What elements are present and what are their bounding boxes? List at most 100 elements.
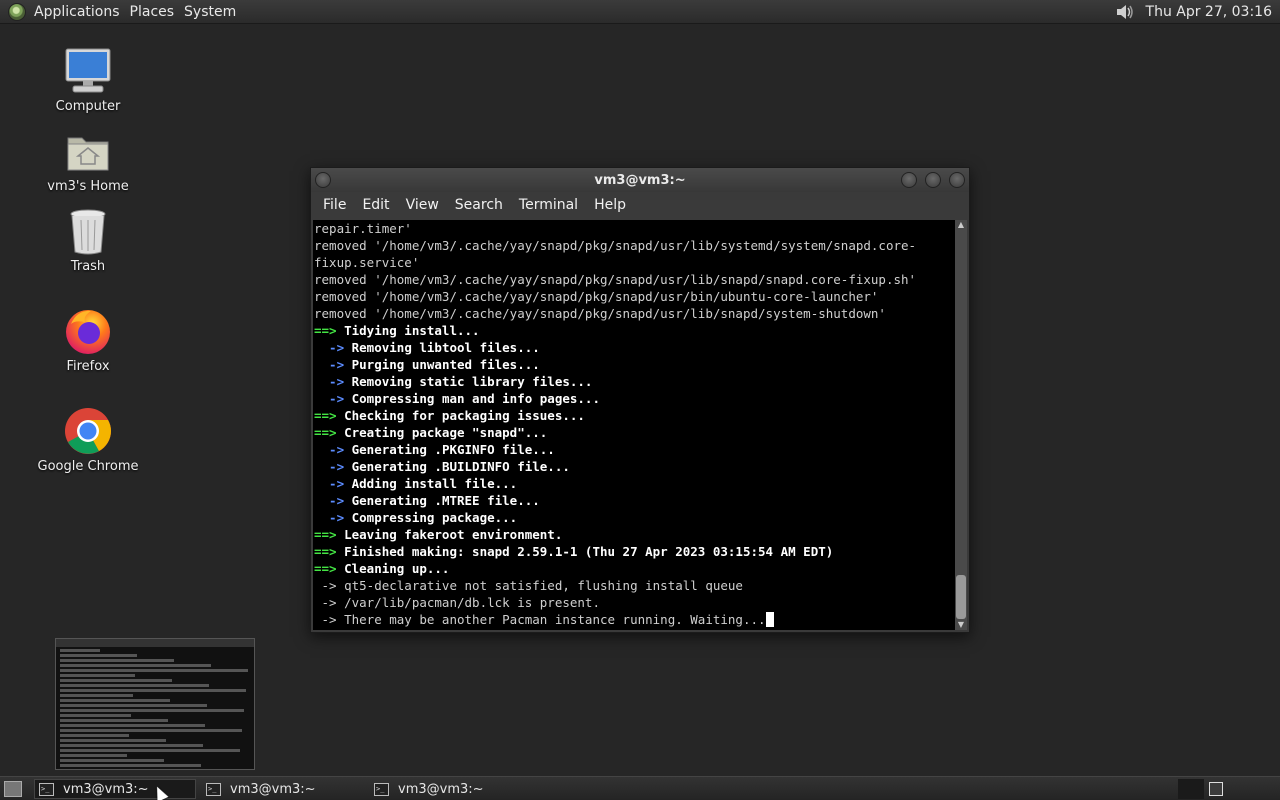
desktop-icon-label: Trash [70,259,106,274]
terminal-line: -> Generating .MTREE file... [314,492,955,509]
terminal-line-prefix: -> [314,374,345,389]
terminal-line-prefix: -> [314,476,345,491]
terminal-line-text: Purging unwanted files... [344,357,540,372]
desktop-icon-label: Google Chrome [37,459,139,474]
preview-line [60,764,201,767]
terminal-line-text: -> /var/lib/pacman/db.lck is present. [314,595,600,610]
terminal-window: vm3@vm3:~ File Edit View Search Terminal… [310,167,970,633]
preview-line [60,724,205,727]
clock[interactable]: Thu Apr 27, 03:16 [1146,4,1272,20]
preview-line [60,739,166,742]
preview-line [60,689,246,692]
preview-line [60,719,168,722]
maximize-button[interactable] [925,172,941,188]
window-preview-thumbnail[interactable] [55,638,255,770]
scroll-up-icon[interactable]: ▲ [955,220,967,230]
desktop-icon-trash[interactable]: Trash [28,208,148,274]
terminal-line-prefix: ==> [314,527,337,542]
terminal-line-text: removed '/home/vm3/.cache/yay/snapd/pkg/… [314,238,917,253]
terminal-line-prefix: -> [314,510,345,525]
terminal-line-text: Generating .PKGINFO file... [344,442,555,457]
terminal-line-prefix: ==> [314,425,337,440]
preview-line [60,714,131,717]
minimize-button[interactable] [901,172,917,188]
home-folder-icon [67,137,109,171]
panel-tray: Thu Apr 27, 03:16 [1114,0,1272,24]
terminal-line-text: removed '/home/vm3/.cache/yay/snapd/pkg/… [314,289,879,304]
taskbar-item[interactable]: >_ vm3@vm3:~ [202,779,364,799]
terminal-line-prefix: -> [314,442,345,457]
preview-line [60,704,207,707]
terminal-line: -> Adding install file... [314,475,955,492]
terminal-line: fixup.service' [314,254,955,271]
close-button[interactable] [949,172,965,188]
menu-system[interactable]: System [182,4,244,20]
desktop-icon-firefox[interactable]: Firefox [28,306,148,374]
workspace-switcher[interactable] [1209,782,1223,796]
menu-view[interactable]: View [398,197,447,213]
terminal-line: ==> Leaving fakeroot environment. [314,526,955,543]
taskbar-item[interactable]: >_ vm3@vm3:~ [370,779,532,799]
volume-icon[interactable] [1114,2,1136,22]
workspace-switcher-gap [1178,779,1204,799]
terminal-icon: >_ [39,782,54,796]
menu-search[interactable]: Search [447,197,511,213]
terminal-line-text: Creating package "snapd"... [336,425,548,440]
terminal-line-text: Compressing package... [344,510,518,525]
menu-terminal[interactable]: Terminal [511,197,586,213]
scrollbar-thumb[interactable] [956,575,966,619]
terminal-line-text: -> There may be another Pacman instance … [314,612,766,627]
window-menu-button[interactable] [315,172,331,188]
terminal-line-text: Compressing man and info pages... [344,391,600,406]
terminal-line-prefix: ==> [314,544,337,559]
terminal-line: -> Generating .PKGINFO file... [314,441,955,458]
terminal-line: -> Generating .BUILDINFO file... [314,458,955,475]
terminal-line-prefix: -> [314,493,345,508]
scroll-down-icon[interactable]: ▼ [955,620,967,630]
terminal-line-text: Generating .BUILDINFO file... [344,459,570,474]
preview-line [60,759,164,762]
terminal-line-prefix: -> [314,459,345,474]
terminal-line-text: Finished making: snapd 2.59.1-1 (Thu 27 … [336,544,834,559]
distro-logo-icon[interactable] [8,2,26,21]
terminal-line: -> Compressing package... [314,509,955,526]
terminal-line-prefix: -> [314,391,345,406]
terminal-scrollbar[interactable]: ▲ ▼ [955,220,967,630]
terminal-line-text: fixup.service' [314,255,420,270]
terminal-line-text: Tidying install... [336,323,480,338]
terminal-line: removed '/home/vm3/.cache/yay/snapd/pkg/… [314,305,955,322]
terminal-line-text: -> qt5-declarative not satisfied, flushi… [314,578,743,593]
preview-line [60,654,137,657]
window-titlebar[interactable]: vm3@vm3:~ [311,168,969,192]
show-desktop-icon[interactable] [4,781,22,797]
terminal-icon: >_ [374,782,389,796]
terminal-line: -> qt5-declarative not satisfied, flushi… [314,577,955,594]
desktop-icon-chrome[interactable]: Google Chrome [28,406,148,474]
preview-line [60,734,129,737]
terminal-line: -> Removing libtool files... [314,339,955,356]
top-panel: Applications Places System Thu Apr 27, 0… [0,0,1280,24]
preview-line [60,679,172,682]
menu-applications[interactable]: Applications [32,4,128,20]
terminal-line-text: repair.timer' [314,221,412,236]
preview-line [60,699,170,702]
menu-edit[interactable]: Edit [354,197,397,213]
menu-file[interactable]: File [315,197,354,213]
terminal-line-prefix: -> [314,340,345,355]
terminal-cursor [765,612,774,627]
preview-line [60,749,240,752]
preview-line [60,664,211,667]
preview-menubar [56,639,254,647]
terminal-line: -> Compressing man and info pages... [314,390,955,407]
preview-line [60,709,244,712]
terminal-line-text: Generating .MTREE file... [344,493,540,508]
terminal-line: ==> Finished making: snapd 2.59.1-1 (Thu… [314,543,955,560]
desktop-icon-home[interactable]: vm3's Home [28,128,148,194]
preview-line [60,649,100,652]
menu-places[interactable]: Places [128,4,183,20]
terminal-output[interactable]: repair.timer' removed '/home/vm3/.cache/y… [313,220,955,630]
menu-help[interactable]: Help [586,197,634,213]
terminal-line-text: removed '/home/vm3/.cache/yay/snapd/pkg/… [314,306,886,321]
taskbar-item[interactable]: >_ vm3@vm3:~ [34,779,196,799]
desktop-icon-computer[interactable]: Computer [28,46,148,114]
